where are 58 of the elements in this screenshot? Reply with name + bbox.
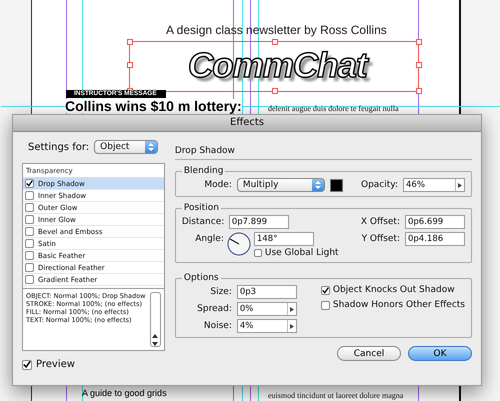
angle-field[interactable]: 148° xyxy=(254,232,314,246)
x-offset-field[interactable]: 0p6.699 xyxy=(405,215,465,229)
checkbox[interactable] xyxy=(25,251,34,260)
noise-field[interactable]: 4% xyxy=(236,319,297,333)
mode-dropdown[interactable]: Multiply xyxy=(236,178,325,192)
global-light-label: Use Global Light xyxy=(264,248,339,258)
scroll-arrows-icon[interactable] xyxy=(152,334,158,346)
group-title: Options xyxy=(182,273,220,283)
checkmark-icon xyxy=(23,360,31,369)
distance-field[interactable]: 0p7.899 xyxy=(228,215,289,229)
group-title: Blending xyxy=(182,166,224,176)
checkbox[interactable] xyxy=(254,249,262,257)
checkmark-icon xyxy=(322,286,329,294)
settings-label: Settings for: xyxy=(28,142,90,152)
checkbox[interactable] xyxy=(25,215,34,224)
checkbox[interactable] xyxy=(320,286,330,294)
arrow-icon[interactable] xyxy=(290,324,294,328)
opacity-label: Opacity: xyxy=(361,180,398,190)
mode-label: Mode: xyxy=(203,180,232,190)
checkbox[interactable] xyxy=(22,360,32,370)
cancel-button[interactable]: Cancel xyxy=(337,346,401,361)
checkbox[interactable] xyxy=(25,275,34,284)
option-label: Object Knocks Out Shadow xyxy=(332,285,455,295)
y-offset-field[interactable]: 0p4.186 xyxy=(405,232,465,246)
size-field[interactable]: 0p3 xyxy=(236,285,297,299)
group-title: Position xyxy=(182,203,220,213)
stepper-icon xyxy=(145,141,158,153)
option-label: Shadow Honors Other Effects xyxy=(332,300,465,310)
dialog-title: Effects xyxy=(13,115,481,132)
arrow-icon[interactable] xyxy=(458,182,462,188)
checkbox[interactable] xyxy=(25,179,34,188)
checkbox[interactable] xyxy=(25,263,34,272)
checkbox[interactable] xyxy=(320,300,330,310)
panel-title: Drop Shadow xyxy=(174,140,472,160)
settings-dropdown[interactable]: Object xyxy=(94,140,158,154)
checkbox[interactable] xyxy=(25,203,34,212)
opacity-field[interactable]: 46% xyxy=(403,178,465,192)
checkbox[interactable] xyxy=(25,239,34,248)
checkbox[interactable] xyxy=(25,191,34,200)
checkbox[interactable] xyxy=(25,227,34,236)
angle-dial-icon[interactable] xyxy=(226,232,251,256)
stepper-icon xyxy=(312,179,324,191)
angle-label: Angle: xyxy=(194,234,224,246)
headline: Collins wins $10 m lottery: xyxy=(65,99,242,113)
size-label: Size: xyxy=(209,287,232,297)
scrollbar[interactable] xyxy=(150,292,161,347)
spread-field[interactable]: 0% xyxy=(236,302,297,316)
color-swatch[interactable] xyxy=(330,178,343,192)
y-offset-label: Y Offset: xyxy=(360,234,400,246)
noise-label: Noise: xyxy=(202,321,232,331)
spread-label: Spread: xyxy=(196,304,232,314)
checkmark-icon xyxy=(26,179,33,188)
preview-label: Preview xyxy=(36,359,75,370)
ok-button[interactable]: OK xyxy=(408,346,472,361)
arrow-icon[interactable] xyxy=(290,306,294,312)
x-offset-label: X Offset: xyxy=(360,217,400,227)
column-text: euismod tincidunt ut laoreet dolore magna xyxy=(268,391,404,400)
distance-label: Distance: xyxy=(182,217,224,227)
